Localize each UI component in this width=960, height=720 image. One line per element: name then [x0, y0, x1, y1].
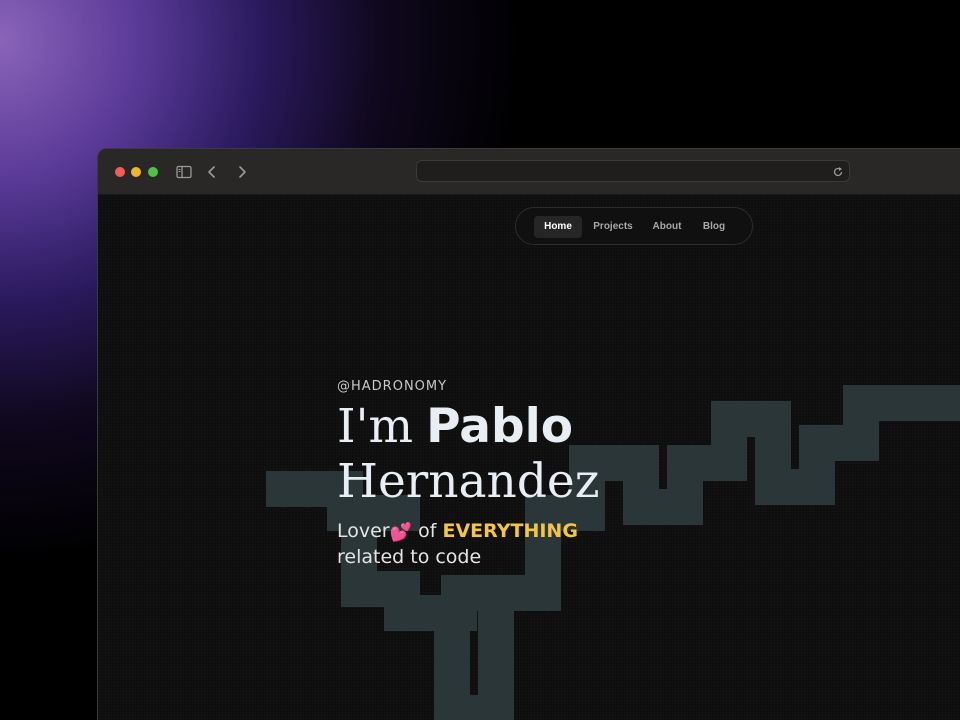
greeting-text: I'm: [337, 399, 414, 454]
hero-headline: I'm Pablo Hernandez: [337, 399, 600, 509]
nav-about[interactable]: About: [650, 216, 684, 238]
last-name: Hernandez: [337, 454, 600, 509]
first-name: Pablo: [426, 399, 574, 454]
forward-arrow-icon[interactable]: [232, 162, 252, 182]
page-content: Home Projects About Blog @HADRONOMY I'm …: [98, 195, 960, 720]
nav-projects[interactable]: Projects: [590, 216, 636, 238]
back-arrow-icon[interactable]: [202, 162, 222, 182]
hero-tagline: Lover💕 of EVERYTHING related to code: [337, 519, 578, 569]
desktop-background: Home Projects About Blog @HADRONOMY I'm …: [0, 0, 960, 720]
close-window-button[interactable]: [115, 167, 125, 177]
user-handle: @HADRONOMY: [337, 379, 448, 394]
browser-titlebar: [98, 149, 960, 195]
tagline-highlight: EVERYTHING: [442, 520, 578, 542]
reload-icon[interactable]: [832, 165, 844, 177]
tagline-prefix: Lover: [337, 520, 390, 542]
tagline-connector: of: [418, 520, 437, 542]
minimize-window-button[interactable]: [131, 167, 141, 177]
nav-blog[interactable]: Blog: [700, 216, 728, 238]
maximize-window-button[interactable]: [148, 167, 158, 177]
tagline-suffix: related to code: [337, 546, 482, 568]
heart-icon: 💕: [389, 522, 413, 543]
main-navigation: Home Projects About Blog: [515, 207, 753, 245]
address-bar[interactable]: [416, 160, 850, 182]
sidebar-toggle-icon[interactable]: [174, 162, 194, 182]
nav-home[interactable]: Home: [534, 216, 582, 238]
browser-window: Home Projects About Blog @HADRONOMY I'm …: [97, 148, 960, 720]
